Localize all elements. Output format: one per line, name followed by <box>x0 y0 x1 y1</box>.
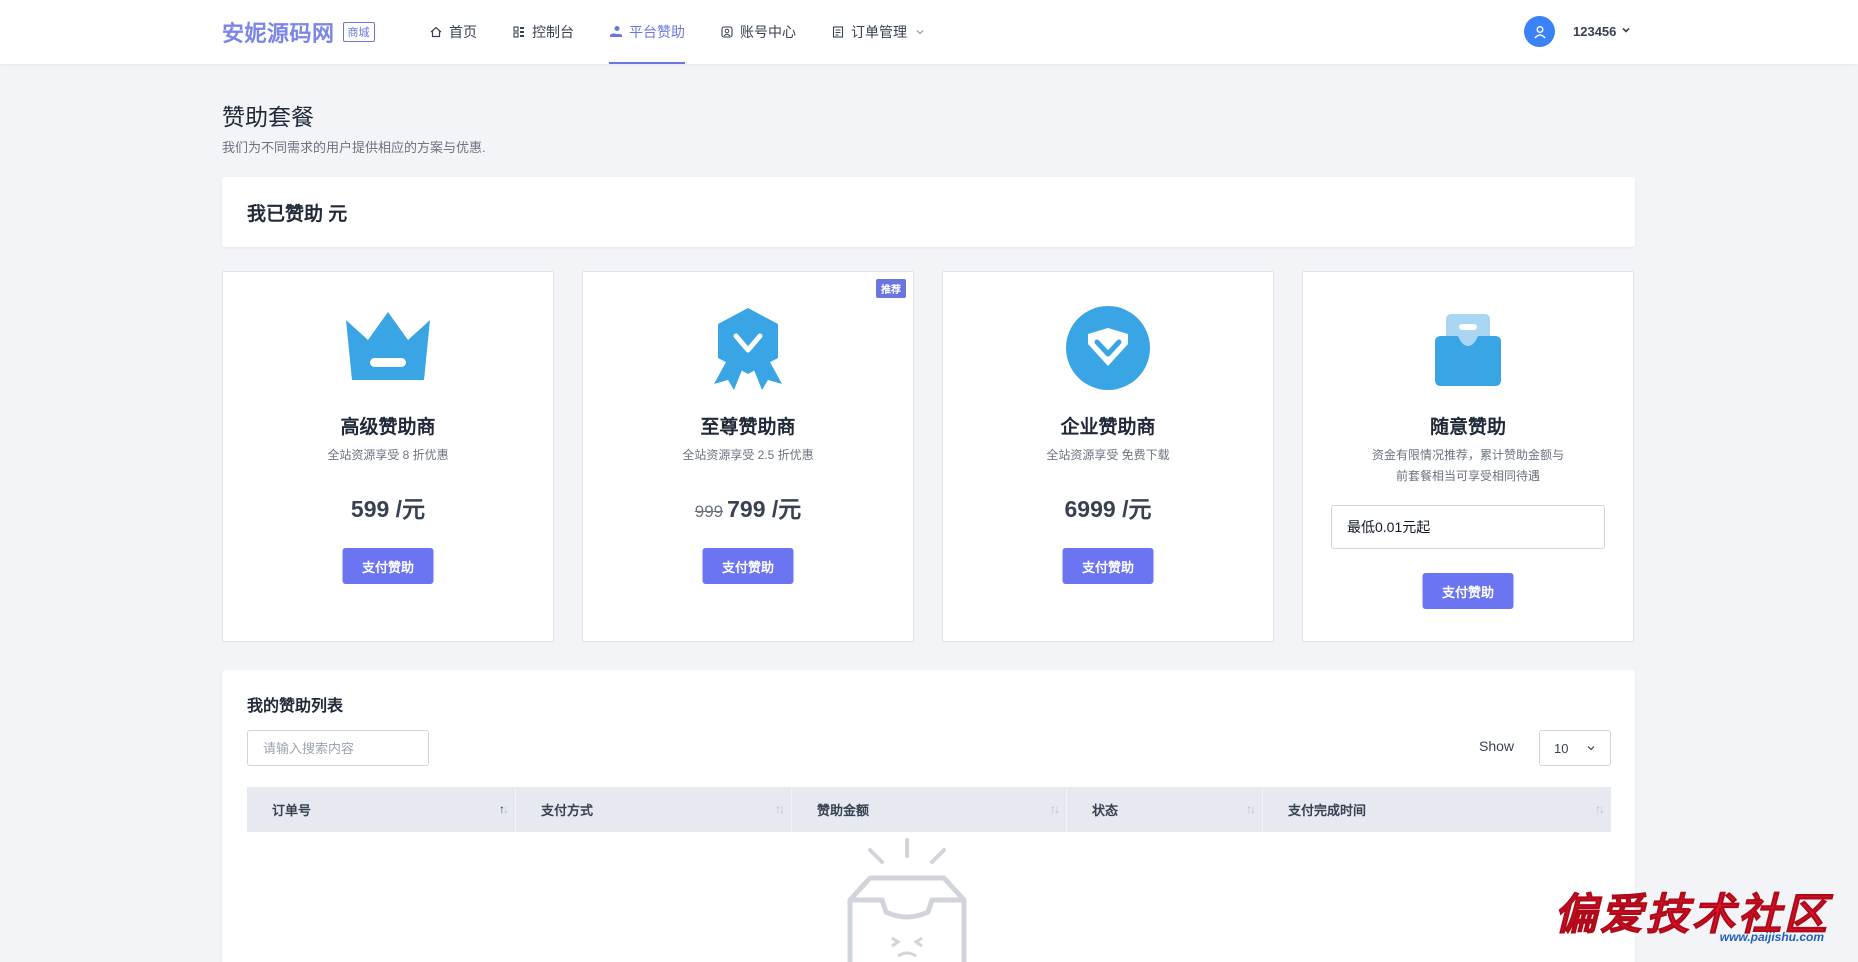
column-label: 赞助金额 <box>817 803 870 818</box>
nav-label: 首页 <box>449 24 477 40</box>
sponsored-summary-card: 我已赞助 元 <box>222 177 1635 247</box>
sort-icon[interactable]: ↑↓ <box>1050 802 1060 816</box>
chevron-down-icon <box>915 24 925 40</box>
order-icon <box>831 25 845 39</box>
list-title: 我的赞助列表 <box>247 698 344 715</box>
top-navbar: 安妮源码网 商城 首页 控制台 平台赞助 账号中心 订单管理 123456 <box>0 0 1858 64</box>
plan-name: 高级赞助商 <box>340 417 436 438</box>
plan-card-premium: 高级赞助商 全站资源享受 8 折优惠 599 /元 支付赞助 <box>222 271 554 642</box>
plan-desc: 全站资源享受 免费下载 <box>1046 448 1170 462</box>
plan-card-supreme: 推荐 至尊赞助商 全站资源享受 2.5 折优惠 999 799 /元 支付赞助 <box>582 271 914 642</box>
plan-name: 至尊赞助商 <box>700 417 796 438</box>
search-input[interactable] <box>247 730 429 766</box>
user-name[interactable]: 123456 <box>1573 24 1616 39</box>
plan-desc-line: 前套餐相当可享受相同待遇 <box>1395 469 1540 483</box>
plan-desc: 全站资源享受 2.5 折优惠 <box>682 448 814 462</box>
sponsored-summary: 我已赞助 元 <box>247 204 348 225</box>
nav-label: 账号中心 <box>740 24 796 40</box>
plan-price: 999 799 /元 <box>583 490 913 524</box>
chevron-down-icon <box>1621 25 1631 38</box>
plan-price: 599 /元 <box>350 496 426 522</box>
column-header-amount[interactable]: 赞助金额 ↑↓ <box>792 787 1067 832</box>
diamond-icon <box>1066 306 1150 390</box>
column-header-pay-method[interactable]: 支付方式 ↑↓ <box>516 787 792 832</box>
show-label: Show <box>1479 738 1515 754</box>
hand-coin-icon <box>609 25 623 39</box>
pay-button[interactable]: 支付赞助 <box>342 548 434 584</box>
nav-label: 平台赞助 <box>629 24 685 40</box>
account-icon <box>720 25 734 39</box>
nav-item-account[interactable]: 账号中心 <box>711 0 805 64</box>
page-title: 赞助套餐 <box>222 104 314 130</box>
user-menu[interactable]: 123456 <box>1524 16 1631 47</box>
nav-item-orders[interactable]: 订单管理 <box>822 0 934 64</box>
sponsor-list-card: 我的赞助列表 Show 10 订单号 ↑↓ 支付方式 ↑↓ 赞助金额 ↑↓ 状态… <box>222 670 1635 962</box>
plan-card-enterprise: 企业赞助商 全站资源享受 免费下载 6999 /元 支付赞助 <box>942 271 1274 642</box>
home-icon <box>429 25 443 39</box>
brand-tag: 商城 <box>342 22 375 42</box>
nav-item-dashboard[interactable]: 控制台 <box>503 0 583 64</box>
nav-label: 订单管理 <box>851 24 907 40</box>
medal-icon <box>714 308 782 390</box>
chevron-down-icon <box>1587 746 1595 751</box>
user-icon <box>1533 25 1546 38</box>
brand-name[interactable]: 安妮源码网 <box>222 16 335 48</box>
nav-label: 控制台 <box>532 24 574 40</box>
sort-icon[interactable]: ↑↓ <box>1246 802 1256 816</box>
nav-item-sponsor[interactable]: 平台赞助 <box>600 0 694 64</box>
sort-icon[interactable]: ↑↓ <box>1595 802 1605 816</box>
page-size-select[interactable]: 10 <box>1539 730 1611 766</box>
main-nav: 首页 控制台 平台赞助 账号中心 订单管理 <box>420 0 951 64</box>
sort-icon[interactable]: ↑↓ <box>775 802 785 816</box>
page-subtitle: 我们为不同需求的用户提供相应的方案与优惠. <box>222 140 486 155</box>
avatar[interactable] <box>1524 16 1555 47</box>
current-price: 799 /元 <box>727 496 802 522</box>
nav-item-home[interactable]: 首页 <box>420 0 486 64</box>
pay-button[interactable]: 支付赞助 <box>1062 548 1154 584</box>
empty-box-icon <box>847 838 967 962</box>
column-header-paid-time[interactable]: 支付完成时间 ↑↓ <box>1263 787 1611 832</box>
plan-name: 随意赞助 <box>1429 417 1506 438</box>
plan-desc-line: 资金有限情况推荐，累计赞助金额与 <box>1371 448 1564 462</box>
column-label: 订单号 <box>272 803 312 818</box>
recommend-badge: 推荐 <box>876 279 906 298</box>
plan-desc: 全站资源享受 8 折优惠 <box>327 448 449 462</box>
column-label: 支付完成时间 <box>1288 803 1367 818</box>
column-label: 支付方式 <box>541 803 594 818</box>
plan-name: 企业赞助商 <box>1060 417 1156 438</box>
plan-card-custom: 随意赞助 资金有限情况推荐，累计赞助金额与 前套餐相当可享受相同待遇 支付赞助 <box>1302 271 1634 642</box>
plan-price: 6999 /元 <box>1064 496 1152 522</box>
page-size-value: 10 <box>1554 740 1569 756</box>
plan-desc: 资金有限情况推荐，累计赞助金额与 前套餐相当可享受相同待遇 <box>1303 445 1633 487</box>
column-header-order-id[interactable]: 订单号 ↑↓ <box>247 787 516 832</box>
amount-input[interactable] <box>1331 505 1605 549</box>
sort-icon[interactable]: ↑↓ <box>499 802 509 816</box>
wallet-icon <box>1435 314 1501 386</box>
column-label: 状态 <box>1092 803 1119 818</box>
pay-button[interactable]: 支付赞助 <box>702 548 794 584</box>
watermark: 偏爱技术社区 www.paijishu.com <box>1554 880 1830 945</box>
watermark-url: www.paijishu.com <box>1719 930 1824 944</box>
brand-logo[interactable]: 安妮源码网 商城 <box>222 16 375 48</box>
crown-icon <box>346 312 430 380</box>
dashboard-icon <box>512 25 526 39</box>
column-header-status[interactable]: 状态 ↑↓ <box>1067 787 1263 832</box>
pay-button[interactable]: 支付赞助 <box>1422 573 1514 609</box>
table-header: 订单号 ↑↓ 支付方式 ↑↓ 赞助金额 ↑↓ 状态 ↑↓ 支付完成时间 ↑↓ <box>247 787 1611 832</box>
old-price: 999 <box>694 502 724 521</box>
